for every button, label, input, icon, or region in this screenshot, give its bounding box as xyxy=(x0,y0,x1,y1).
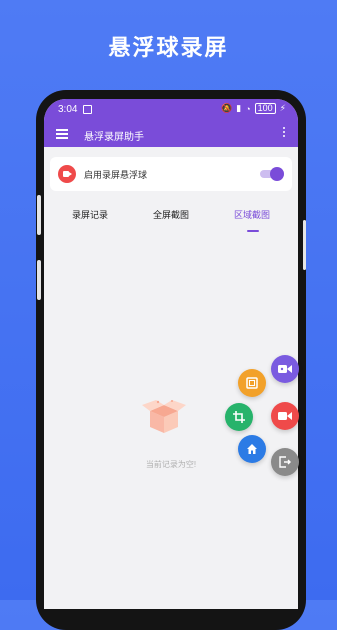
tab-bar: 录屏记录 全屏截图 区域截图 xyxy=(44,199,298,233)
phone-side-button xyxy=(303,220,306,270)
tab-region-screenshot[interactable]: 区域截图 xyxy=(234,208,270,221)
menu-icon[interactable] xyxy=(56,129,68,139)
floating-ball-switch[interactable] xyxy=(260,167,284,181)
floating-ball-toggle-card: 启用录屏悬浮球 xyxy=(50,157,292,191)
active-tab-indicator xyxy=(247,230,259,232)
phone-screen: 3:04 🔕 ▮ ◔ 100 ⚡ 悬浮录屏助手 启用录屏悬浮球 录屏记录 全屏截… xyxy=(44,99,298,609)
record-badge-icon xyxy=(58,165,76,183)
more-options-icon[interactable] xyxy=(282,127,286,139)
mute-icon: 🔕 xyxy=(221,103,233,113)
video-record-icon[interactable] xyxy=(271,355,299,383)
headline: 悬浮球录屏 xyxy=(108,35,229,60)
status-bar: 3:04 🔕 ▮ ◔ 100 ⚡ xyxy=(44,99,298,119)
notification-icon xyxy=(83,105,92,114)
screenshot-icon[interactable] xyxy=(238,369,266,397)
floating-ball-toggle-label: 启用录屏悬浮球 xyxy=(84,170,148,180)
signal-icon: ▮ xyxy=(236,103,242,113)
tab-fullscreen-screenshot[interactable]: 全屏截图 xyxy=(153,208,189,221)
empty-state-text: 当前记录为空! xyxy=(145,460,197,469)
app-bar: 3:04 🔕 ▮ ◔ 100 ⚡ 悬浮录屏助手 xyxy=(44,99,298,147)
phone-side-button xyxy=(37,195,41,235)
phone-side-button xyxy=(37,260,41,300)
wifi-icon: ◔ xyxy=(245,103,251,114)
empty-box-icon xyxy=(142,400,186,433)
toolbar: 悬浮录屏助手 xyxy=(44,123,298,147)
tab-recordings[interactable]: 录屏记录 xyxy=(72,208,108,221)
crop-icon[interactable] xyxy=(225,403,253,431)
status-time: 3:04 xyxy=(58,104,78,115)
exit-icon[interactable] xyxy=(271,448,299,476)
battery-icon: 100 xyxy=(254,103,276,114)
charging-icon: ⚡ xyxy=(279,103,286,113)
camera-record-icon[interactable] xyxy=(271,402,299,430)
home-icon[interactable] xyxy=(238,435,266,463)
app-title: 悬浮录屏助手 xyxy=(84,132,144,143)
